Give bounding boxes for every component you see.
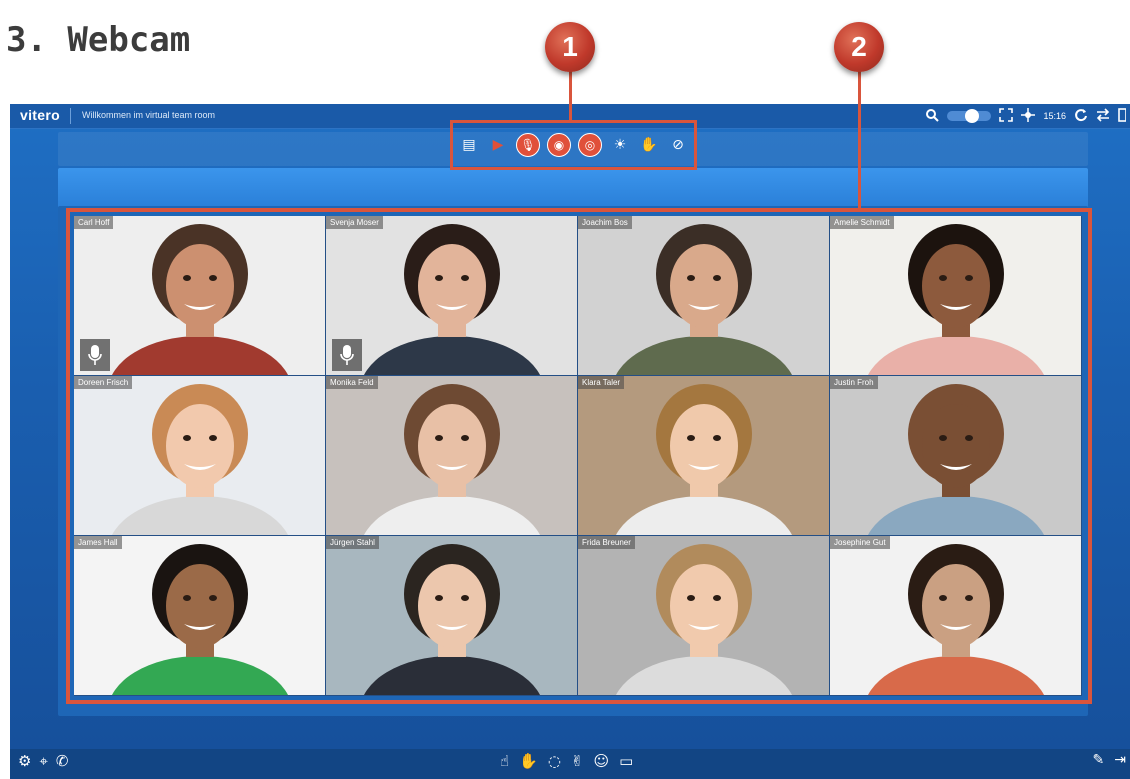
chat-icon[interactable]: ▭ bbox=[619, 752, 633, 770]
applause-icon[interactable]: ✌ bbox=[571, 752, 584, 770]
participant-video bbox=[868, 224, 1044, 375]
video-settings-icon[interactable]: ⌖ bbox=[39, 752, 47, 770]
fullscreen-icon[interactable] bbox=[999, 107, 1014, 125]
participant-video bbox=[112, 384, 288, 535]
bottom-left-controls: ⚙ ⌖ ✆ bbox=[18, 752, 68, 770]
participant-name: Jürgen Stahl bbox=[326, 536, 379, 549]
bottom-center-controls: ☝ ✋ ◌ ✌ ☺ ▭ bbox=[500, 752, 633, 770]
divider bbox=[70, 108, 71, 124]
microphone-icon[interactable]: 🎙 bbox=[516, 133, 540, 157]
participant-name: Monika Feld bbox=[326, 376, 378, 389]
participant-video bbox=[112, 224, 288, 375]
toggle-switch[interactable] bbox=[947, 109, 992, 123]
toggle-knob bbox=[965, 109, 980, 123]
participant-name: Carl Hoff bbox=[74, 216, 114, 229]
video-tile[interactable]: Monika Feld bbox=[326, 376, 578, 536]
pen-off-icon[interactable]: ✎ bbox=[1093, 752, 1105, 768]
callout-marker-2: 2 bbox=[834, 22, 884, 72]
bottom-right-controls: ✎ ⇥ bbox=[1093, 752, 1130, 768]
vitero-app-window: vitero Willkommen im virtual team room 1… bbox=[10, 104, 1130, 779]
hand-raise-icon[interactable]: ✋ bbox=[519, 752, 538, 770]
speech-question-icon[interactable]: ◌ bbox=[548, 752, 561, 770]
callout-marker-1: 1 bbox=[545, 22, 595, 72]
settings-icon[interactable]: ⚙ bbox=[18, 752, 31, 770]
exit-icon[interactable]: ⇥ bbox=[1114, 752, 1126, 768]
no-chat-icon[interactable]: ⊘ bbox=[667, 134, 689, 156]
smiley-icon[interactable]: ☺ bbox=[594, 752, 610, 770]
panel-icon[interactable] bbox=[1118, 107, 1127, 125]
hand-point-icon[interactable]: ☝ bbox=[500, 752, 509, 770]
stage-band bbox=[58, 168, 1088, 208]
video-tile[interactable]: James Hall bbox=[74, 536, 326, 696]
participant-name: Justin Froh bbox=[830, 376, 878, 389]
network-icon[interactable] bbox=[1021, 107, 1036, 125]
microphone-icon[interactable] bbox=[80, 339, 110, 371]
participant-video bbox=[364, 224, 540, 375]
participant-video bbox=[112, 544, 288, 695]
video-tile[interactable]: Amelie Schmidt bbox=[830, 216, 1082, 376]
search-icon[interactable] bbox=[925, 108, 940, 125]
hand-raise-icon[interactable]: ✋ bbox=[638, 134, 660, 156]
video-tile[interactable]: Carl Hoff bbox=[74, 216, 326, 376]
participant-video bbox=[616, 384, 792, 535]
phone-icon[interactable]: ✆ bbox=[56, 752, 69, 770]
marker-2-pointer bbox=[858, 70, 861, 210]
participant-video bbox=[868, 384, 1044, 535]
vitero-logo: vitero bbox=[20, 107, 60, 123]
participant-name: Klara Taler bbox=[578, 376, 625, 389]
video-grid: Carl Hoff Svenja Moser Joachim Bos Amelie S… bbox=[74, 216, 1082, 696]
webcam-icon[interactable]: ◎ bbox=[578, 133, 602, 157]
participant-video bbox=[616, 224, 792, 375]
video-tile[interactable]: Joachim Bos bbox=[578, 216, 830, 376]
microphone-icon[interactable] bbox=[332, 339, 362, 371]
participant-name: Amelie Schmidt bbox=[830, 216, 894, 229]
participant-name: Frida Breuner bbox=[578, 536, 635, 549]
clock-time: 15:16 bbox=[1043, 111, 1066, 121]
participant-video bbox=[868, 544, 1044, 695]
webcam-all-icon[interactable]: ◉ bbox=[547, 133, 571, 157]
bottom-bar: ⚙ ⌖ ✆ ☝ ✋ ◌ ✌ ☺ ▭ ✎ ⇥ bbox=[10, 749, 1130, 779]
switch-icon[interactable] bbox=[1096, 107, 1110, 125]
video-tile[interactable]: Josephine Gut bbox=[830, 536, 1082, 696]
presentation-icon[interactable]: ▤ bbox=[458, 134, 480, 156]
participant-name: Doreen Frisch bbox=[74, 376, 133, 389]
marker-1-pointer bbox=[569, 70, 572, 122]
participant-video bbox=[364, 544, 540, 695]
participant-video bbox=[616, 544, 792, 695]
room-title: Willkommen im virtual team room bbox=[82, 110, 216, 120]
video-tile[interactable]: Jürgen Stahl bbox=[326, 536, 578, 696]
page-heading: 3. Webcam bbox=[6, 20, 191, 60]
video-tile[interactable]: Justin Froh bbox=[830, 376, 1082, 536]
video-tile[interactable]: Klara Taler bbox=[578, 376, 830, 536]
pointer-icon[interactable]: ▶ bbox=[487, 134, 509, 156]
video-tile[interactable]: Doreen Frisch bbox=[74, 376, 326, 536]
participant-name: Svenja Moser bbox=[326, 216, 383, 229]
top-right-controls: 15:16 bbox=[925, 106, 1130, 126]
participant-name: Josephine Gut bbox=[830, 536, 890, 549]
brightness-icon[interactable]: ☀ bbox=[609, 134, 631, 156]
participant-name: James Hall bbox=[74, 536, 122, 549]
video-tile[interactable]: Frida Breuner bbox=[578, 536, 830, 696]
participant-video bbox=[364, 384, 540, 535]
media-toolbar: ▤ ▶ 🎙 ◉ ◎ ☀ ✋ ⊘ bbox=[450, 120, 697, 170]
video-tile[interactable]: Svenja Moser bbox=[326, 216, 578, 376]
participant-name: Joachim Bos bbox=[578, 216, 632, 229]
reload-icon[interactable] bbox=[1074, 108, 1088, 125]
